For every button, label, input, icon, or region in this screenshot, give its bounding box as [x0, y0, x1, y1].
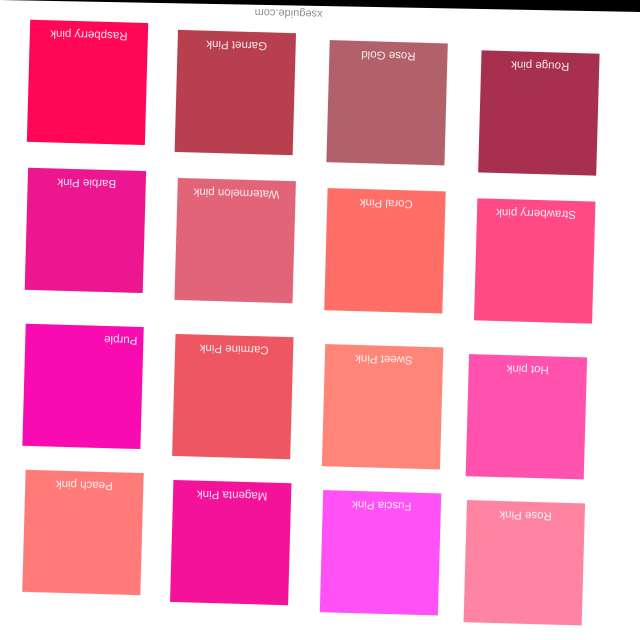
- swatch-rose-gold: Rose Gold: [326, 40, 448, 166]
- swatch-fuscia-pink: Fuscia Pink: [319, 490, 442, 616]
- swatch-label: Garnet Pink: [206, 37, 268, 52]
- swatch-raspberry-pink: Raspberry pink: [26, 19, 149, 146]
- swatch-watermelon-pink: Watermelon pink: [174, 177, 296, 304]
- swatch-label: Strawberry pink: [495, 205, 577, 221]
- swatch-garnet-pink: Garnet Pink: [174, 29, 296, 156]
- color-chart-sheet: xseguide.com Raspberry pink Garnet Pink …: [0, 0, 640, 640]
- swatch-label: Coral Pink: [359, 196, 413, 210]
- swatch-label: Magenta Pink: [196, 487, 268, 502]
- swatch-hot-pink: Hot pink: [465, 354, 588, 480]
- photo-frame: xseguide.com Raspberry pink Garnet Pink …: [0, 0, 640, 640]
- swatch-label: Barbie Pink: [57, 175, 117, 190]
- swatch-rose-pink: Rose Pink: [463, 500, 585, 626]
- swatch-label: Rose Gold: [361, 48, 416, 62]
- swatch-coral-pink: Coral Pink: [324, 188, 446, 314]
- swatch-sweet-pink: Sweet Pink: [321, 344, 444, 470]
- swatch-carmine-pink: Carmine Pink: [172, 333, 294, 460]
- swatch-peach-pink: Peach pink: [22, 469, 144, 596]
- swatch-barbie-pink: Barbie Pink: [24, 167, 147, 294]
- swatch-magenta-pink: Magenta Pink: [170, 479, 292, 606]
- swatch-strawberry-pink: Strawberry pink: [474, 198, 596, 324]
- swatch-label: Raspberry pink: [50, 27, 128, 42]
- swatch-label: Watermelon pink: [193, 185, 280, 200]
- swatch-purple: Purple: [22, 323, 144, 450]
- swatch-label: Carmine Pink: [199, 341, 269, 356]
- swatch-label: Fuscia Pink: [351, 497, 412, 512]
- swatch-label: Sweet Pink: [355, 351, 413, 366]
- swatch-label: Peach pink: [55, 477, 113, 492]
- source-caption: xseguide.com: [254, 6, 323, 20]
- swatch-label: Rose Pink: [499, 508, 553, 522]
- swatch-label: Purple: [103, 332, 138, 346]
- swatch-rouge-pink: Rouge pink: [478, 50, 600, 176]
- swatch-label: Hot pink: [506, 362, 549, 376]
- swatch-label: Rouge pink: [510, 58, 570, 72]
